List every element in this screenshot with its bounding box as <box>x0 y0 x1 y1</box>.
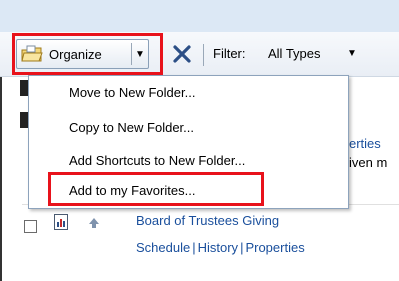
row-link-schedule[interactable]: Schedule <box>136 240 190 255</box>
organize-menu: Move to New Folder... Copy to New Folder… <box>28 75 349 209</box>
toolbar-divider <box>203 44 204 66</box>
filter-label: Filter: <box>213 46 246 61</box>
menu-item-move-to-new-folder[interactable]: Move to New Folder... <box>29 77 348 107</box>
up-arrow-icon[interactable] <box>88 217 100 229</box>
menu-item-label: Move to New Folder... <box>69 84 196 100</box>
background-text-fragment: iven m <box>349 155 388 170</box>
menu-item-label: Copy to New Folder... <box>69 119 194 135</box>
top-banner <box>0 0 399 33</box>
folder-organize-icon <box>17 41 47 67</box>
link-separator: | <box>192 240 196 255</box>
chevron-down-icon[interactable]: ▼ <box>132 49 148 60</box>
row-link-history[interactable]: History <box>198 240 238 255</box>
row-link-properties[interactable]: Properties <box>245 240 304 255</box>
menu-item-add-to-favorites[interactable]: Add to my Favorites... <box>29 175 348 205</box>
menu-item-add-shortcuts[interactable]: Add Shortcuts to New Folder... <box>29 145 348 175</box>
report-document-icon <box>54 214 68 230</box>
filter-chevron-down-icon[interactable]: ▼ <box>347 48 357 59</box>
menu-item-label: Add to my Favorites... <box>69 182 196 198</box>
list-row-marker <box>20 112 28 128</box>
row-action-links: Schedule | History | Properties <box>136 240 305 255</box>
list-left-edge <box>0 77 2 281</box>
row-checkbox[interactable] <box>24 220 37 233</box>
close-x-icon[interactable] <box>170 40 194 68</box>
menu-item-copy-to-new-folder[interactable]: Copy to New Folder... <box>29 112 348 142</box>
list-row-marker <box>20 80 28 96</box>
organize-label: Organize <box>49 46 102 62</box>
menu-item-label: Add Shortcuts to New Folder... <box>69 152 246 168</box>
organize-button[interactable]: Organize ▼ <box>16 39 149 69</box>
filter-select[interactable]: All Types <box>268 46 321 61</box>
row-title-link[interactable]: Board of Trustees Giving <box>136 213 279 228</box>
background-link-fragment[interactable]: erties <box>349 136 381 151</box>
